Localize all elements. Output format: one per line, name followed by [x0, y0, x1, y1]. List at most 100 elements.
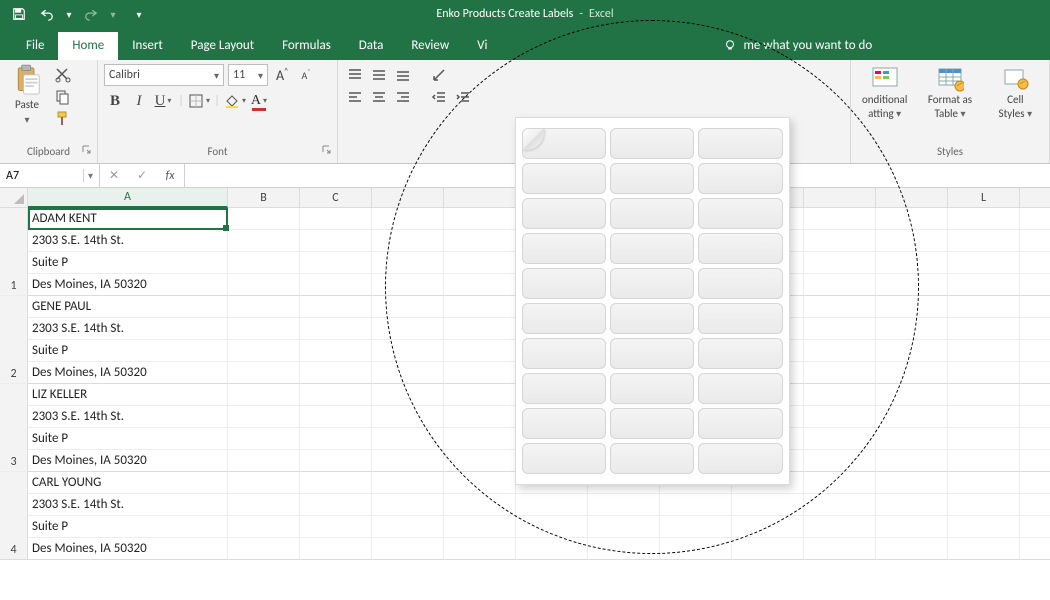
cell[interactable]: [948, 384, 1020, 406]
cell[interactable]: [660, 230, 732, 252]
increase-indent-button[interactable]: [452, 86, 474, 108]
cell[interactable]: [1020, 516, 1050, 538]
cell[interactable]: [588, 450, 660, 472]
cell[interactable]: [804, 252, 876, 274]
cell[interactable]: [372, 428, 444, 450]
cell[interactable]: 2303 S.E. 14th St.: [28, 230, 228, 252]
cell[interactable]: [660, 340, 732, 362]
cell[interactable]: [516, 472, 588, 494]
cell[interactable]: [1020, 450, 1050, 472]
conditional-formatting-button[interactable]: onditional atting ▾: [857, 64, 912, 120]
tab-data[interactable]: Data: [345, 32, 398, 60]
cell[interactable]: [732, 406, 804, 428]
cell[interactable]: [228, 362, 300, 384]
copy-button[interactable]: [52, 87, 74, 107]
fx-icon[interactable]: fx: [156, 169, 184, 183]
cell[interactable]: [660, 406, 732, 428]
borders-button[interactable]: ▾: [188, 90, 210, 112]
cell[interactable]: [300, 406, 372, 428]
cell[interactable]: [948, 318, 1020, 340]
cell[interactable]: [732, 450, 804, 472]
row-header-1[interactable]: 1: [0, 208, 28, 296]
cell[interactable]: [804, 472, 876, 494]
cell[interactable]: [516, 296, 588, 318]
font-name-combo[interactable]: Calibri ▾: [104, 64, 224, 86]
cell[interactable]: [948, 472, 1020, 494]
cell[interactable]: Suite P: [28, 340, 228, 362]
cell[interactable]: [948, 428, 1020, 450]
cell[interactable]: [444, 516, 516, 538]
cell[interactable]: [732, 230, 804, 252]
cell[interactable]: [732, 538, 804, 560]
cell[interactable]: [804, 208, 876, 230]
cell[interactable]: [300, 208, 372, 230]
cell[interactable]: 2303 S.E. 14th St.: [28, 406, 228, 428]
cell[interactable]: [228, 252, 300, 274]
cell[interactable]: GENE PAUL: [28, 296, 228, 318]
cell[interactable]: [516, 340, 588, 362]
cell[interactable]: [1020, 318, 1050, 340]
cell[interactable]: [948, 252, 1020, 274]
cell[interactable]: [948, 362, 1020, 384]
cell[interactable]: [588, 406, 660, 428]
cell[interactable]: [516, 516, 588, 538]
cell[interactable]: [588, 296, 660, 318]
cell[interactable]: [444, 296, 516, 318]
cell[interactable]: [1020, 428, 1050, 450]
cell[interactable]: [588, 230, 660, 252]
col-header-B[interactable]: B: [228, 188, 300, 208]
cell[interactable]: [516, 318, 588, 340]
col-header-A[interactable]: A: [28, 188, 228, 208]
cell[interactable]: [1020, 362, 1050, 384]
cell[interactable]: [804, 494, 876, 516]
font-color-button[interactable]: A ▾: [248, 90, 270, 112]
cell[interactable]: [1020, 230, 1050, 252]
align-center-button[interactable]: [368, 86, 390, 108]
cell[interactable]: [300, 472, 372, 494]
cell[interactable]: [660, 208, 732, 230]
cell[interactable]: [372, 252, 444, 274]
cell[interactable]: [876, 494, 948, 516]
cell[interactable]: [228, 340, 300, 362]
cell[interactable]: [372, 340, 444, 362]
cell[interactable]: [516, 252, 588, 274]
cell[interactable]: [948, 274, 1020, 296]
cell[interactable]: [228, 406, 300, 428]
cell[interactable]: [444, 384, 516, 406]
cell[interactable]: [1020, 252, 1050, 274]
col-header[interactable]: [876, 188, 948, 208]
clipboard-launcher-icon[interactable]: [81, 145, 93, 157]
format-as-table-button[interactable]: Format as Table ▾: [922, 64, 977, 120]
cell[interactable]: [300, 516, 372, 538]
cell[interactable]: [804, 406, 876, 428]
enter-entry-button[interactable]: ✓: [128, 168, 156, 183]
cell[interactable]: [444, 208, 516, 230]
format-painter-button[interactable]: [52, 109, 74, 129]
cell[interactable]: [948, 450, 1020, 472]
cell[interactable]: [660, 362, 732, 384]
cell[interactable]: [300, 428, 372, 450]
cell[interactable]: [588, 318, 660, 340]
cell[interactable]: [516, 538, 588, 560]
align-right-button[interactable]: [392, 86, 414, 108]
italic-button[interactable]: I: [128, 90, 150, 112]
cell[interactable]: [300, 230, 372, 252]
cell[interactable]: [516, 208, 588, 230]
orientation-button[interactable]: [428, 64, 450, 86]
tab-home[interactable]: Home: [58, 32, 118, 60]
align-left-button[interactable]: [344, 86, 366, 108]
row-header-3[interactable]: 3: [0, 384, 28, 472]
tab-file[interactable]: File: [12, 32, 58, 60]
select-all-button[interactable]: [0, 188, 28, 208]
grow-font-button[interactable]: A^: [272, 64, 292, 86]
redo-more-icon[interactable]: ▾: [106, 3, 120, 25]
cell[interactable]: [372, 362, 444, 384]
cell[interactable]: [444, 362, 516, 384]
cell[interactable]: [876, 340, 948, 362]
cell[interactable]: Des Moines, IA 50320: [28, 274, 228, 296]
cell[interactable]: [228, 230, 300, 252]
cell[interactable]: [516, 230, 588, 252]
cell[interactable]: [372, 318, 444, 340]
name-box[interactable]: A7 ▾: [0, 164, 100, 187]
cell[interactable]: [588, 252, 660, 274]
